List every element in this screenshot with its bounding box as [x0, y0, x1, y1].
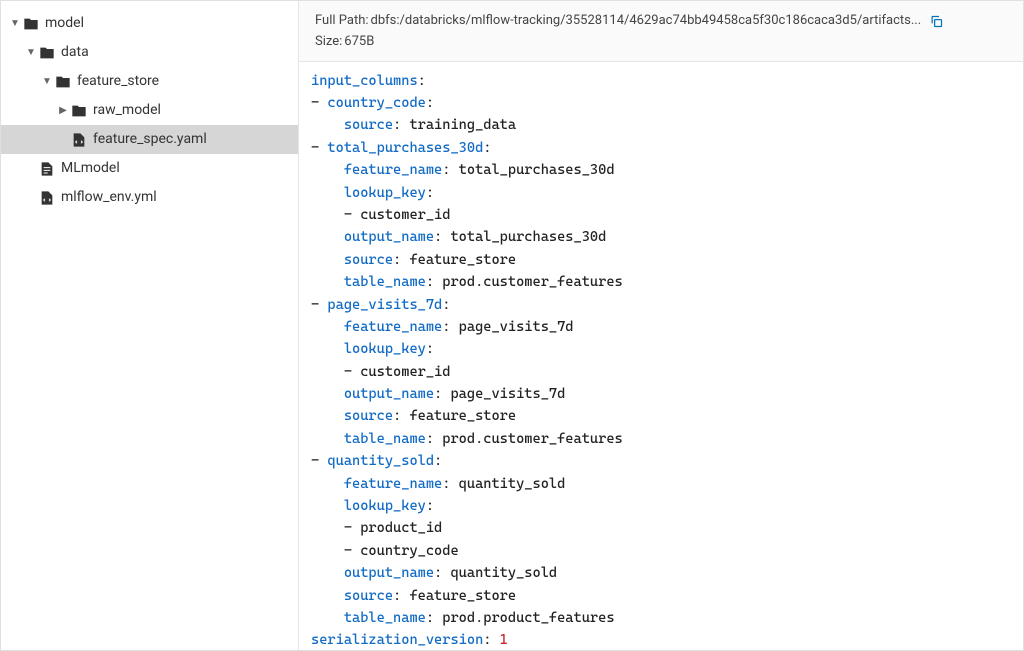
folder-icon: [55, 74, 71, 90]
folder-icon: [23, 16, 39, 32]
content-pane: Full Path: dbfs:/databricks/mlflow-track…: [299, 1, 1023, 650]
size-label: Size:: [315, 32, 342, 53]
tree-node-model[interactable]: ▼ model: [1, 9, 298, 38]
full-path-label: Full Path:: [315, 11, 369, 32]
chevron-down-icon: ▼: [9, 16, 21, 31]
artifact-tree-sidebar: ▼ model ▼ data ▼ feature_store ▶ raw_mod…: [1, 1, 299, 650]
file-info-bar: Full Path: dbfs:/databricks/mlflow-track…: [299, 1, 1023, 62]
tree-label: feature_store: [77, 71, 159, 92]
tree-node-raw-model[interactable]: ▶ raw_model: [1, 96, 298, 125]
folder-icon: [39, 45, 55, 61]
tree-node-feature-spec[interactable]: feature_spec.yaml: [1, 125, 298, 154]
chevron-down-icon: ▼: [41, 74, 53, 89]
tree-node-feature-store[interactable]: ▼ feature_store: [1, 67, 298, 96]
tree-label: model: [45, 13, 84, 34]
tree-label: mlflow_env.yml: [61, 187, 157, 208]
file-code-icon: [39, 190, 55, 206]
tree-node-data[interactable]: ▼ data: [1, 38, 298, 67]
tree-label: feature_spec.yaml: [93, 129, 207, 150]
tree-label: data: [61, 42, 89, 63]
size-row: Size: 675B: [315, 32, 1007, 53]
file-code-icon: [71, 132, 87, 148]
size-value: 675B: [344, 32, 374, 53]
chevron-down-icon: ▼: [25, 45, 37, 60]
folder-icon: [71, 103, 87, 119]
file-icon: [39, 161, 55, 177]
full-path-value: dbfs:/databricks/mlflow-tracking/3552811…: [371, 11, 922, 32]
copy-icon[interactable]: [929, 14, 944, 29]
tree-label: MLmodel: [61, 158, 120, 179]
tree-node-mlmodel[interactable]: MLmodel: [1, 154, 298, 183]
tree-node-mlflow-env[interactable]: mlflow_env.yml: [1, 183, 298, 212]
tree-label: raw_model: [93, 100, 161, 121]
chevron-right-icon: ▶: [57, 103, 69, 118]
full-path-row: Full Path: dbfs:/databricks/mlflow-track…: [315, 11, 1007, 32]
file-content-viewer[interactable]: input_columns: - country_code: source: t…: [299, 62, 1023, 650]
